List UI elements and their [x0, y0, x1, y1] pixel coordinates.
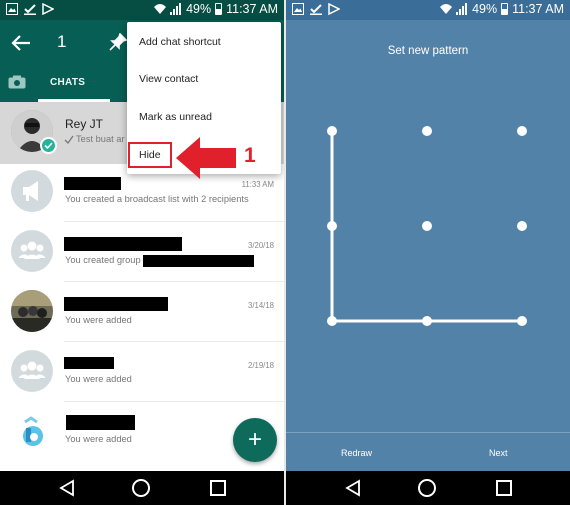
pattern-dot[interactable]	[422, 316, 432, 326]
nav-home-icon[interactable]	[132, 479, 150, 497]
pattern-dot[interactable]	[517, 316, 527, 326]
chat-last-message: You created a broadcast list with 2 reci…	[65, 194, 249, 204]
chat-name: Rey JT	[65, 117, 104, 131]
chat-date: 3/14/18	[247, 301, 274, 310]
chat-row[interactable]: 3/14/18 You were added	[0, 286, 284, 346]
play-store-notification-icon	[328, 3, 340, 15]
wifi-icon	[154, 4, 167, 14]
pattern-dot[interactable]	[327, 126, 337, 136]
divider	[64, 341, 284, 342]
status-time: 11:37 AM	[512, 2, 564, 16]
redacted-name	[64, 357, 114, 369]
annotation-number: 1	[244, 144, 256, 167]
broadcast-avatar-icon	[11, 170, 53, 212]
battery-percentage: 49%	[186, 2, 212, 16]
annotation-arrow-icon	[176, 137, 236, 179]
play-store-notification-icon	[42, 3, 54, 15]
pattern-grid[interactable]	[286, 100, 570, 360]
redacted-name	[64, 297, 168, 311]
status-bar: 49% 11:37 AM	[286, 0, 570, 20]
divider	[64, 221, 284, 222]
selection-count: 1	[57, 32, 67, 51]
menu-item-add-chat-shortcut[interactable]: Add chat shortcut	[139, 36, 221, 48]
chat-date: 3/20/18	[247, 241, 274, 250]
group-avatar-icon	[11, 230, 53, 272]
gallery-notification-icon	[6, 3, 18, 15]
avatar	[11, 290, 53, 332]
selected-check-icon	[40, 137, 57, 154]
camera-icon[interactable]	[8, 75, 26, 89]
signal-icon	[456, 3, 468, 15]
chat-last-message: You were added	[65, 315, 132, 325]
chat-last-message: You were added	[65, 434, 132, 444]
nav-recents-icon[interactable]	[210, 480, 226, 496]
next-button[interactable]: Next	[489, 448, 508, 458]
check-notification-icon	[24, 4, 36, 15]
divider	[64, 401, 284, 402]
pattern-dot[interactable]	[517, 221, 527, 231]
back-arrow-icon[interactable]	[10, 32, 32, 54]
wifi-icon	[440, 4, 453, 14]
pattern-title: Set new pattern	[387, 45, 469, 57]
tab-chats[interactable]: CHATS	[50, 77, 85, 88]
pattern-dot[interactable]	[422, 126, 432, 136]
nav-back-icon[interactable]	[58, 479, 76, 497]
pattern-dot[interactable]	[327, 221, 337, 231]
redraw-button[interactable]: Redraw	[341, 448, 372, 458]
chat-last-message: You created group	[65, 255, 141, 265]
highlight-box	[128, 142, 172, 168]
redacted-name	[64, 237, 182, 251]
new-chat-button[interactable]: +	[233, 418, 277, 462]
nav-home-icon[interactable]	[418, 479, 436, 497]
signal-icon	[170, 3, 182, 15]
pattern-dot[interactable]	[327, 316, 337, 326]
redacted-name	[64, 177, 121, 190]
chat-last-message: You were added	[65, 374, 132, 384]
status-time: 11:37 AM	[226, 2, 278, 16]
status-bar: 49% 11:37 AM	[0, 0, 284, 20]
redacted-group-name	[143, 255, 254, 267]
group-avatar-icon	[11, 350, 53, 392]
chat-last-message: Test buat ar	[76, 134, 125, 144]
pattern-lock-screen: 49% 11:37 AM Set new pattern Redraw Next	[286, 0, 570, 505]
battery-icon	[215, 3, 223, 15]
chat-row[interactable]: 3/20/18 You created group	[0, 226, 284, 286]
navigation-bar	[286, 471, 570, 505]
gallery-notification-icon	[292, 3, 304, 15]
avatar	[11, 410, 53, 452]
pin-icon[interactable]	[109, 33, 127, 51]
read-check-icon	[64, 135, 74, 144]
pattern-dot[interactable]	[517, 126, 527, 136]
redacted-name	[66, 415, 135, 430]
menu-item-mark-as-unread[interactable]: Mark as unread	[139, 111, 212, 123]
check-notification-icon	[310, 4, 322, 15]
chat-date: 2/19/18	[247, 361, 274, 370]
nav-recents-icon[interactable]	[496, 480, 512, 496]
pattern-dot[interactable]	[422, 221, 432, 231]
whatsapp-chats-screen: 49% 11:37 AM 1 CHATS Rey JT Test buat ar…	[0, 0, 284, 505]
chat-row[interactable]: 2/19/18 You were added	[0, 346, 284, 406]
battery-icon	[501, 3, 509, 15]
chat-row[interactable]: 11:33 AM You created a broadcast list wi…	[0, 166, 284, 226]
menu-item-view-contact[interactable]: View contact	[139, 73, 198, 85]
battery-percentage: 49%	[472, 2, 498, 16]
navigation-bar	[0, 471, 284, 505]
divider	[64, 281, 284, 282]
chat-date: 11:33 AM	[241, 180, 274, 189]
nav-back-icon[interactable]	[344, 479, 362, 497]
divider	[286, 432, 570, 433]
